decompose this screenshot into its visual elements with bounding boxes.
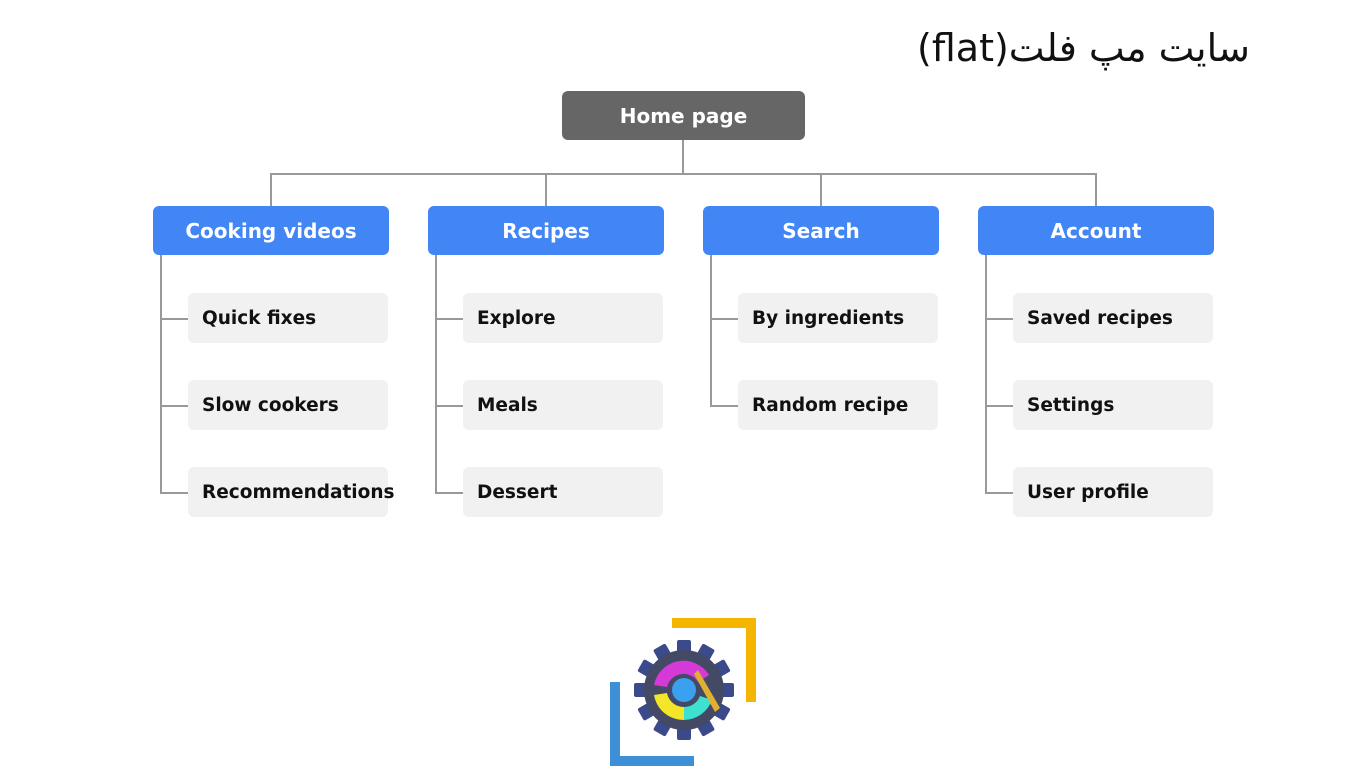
section-cooking-videos: Cooking videos Quick fixes Slow cookers Rec…	[153, 206, 395, 517]
page-node[interactable]: By ingredients	[738, 293, 938, 343]
page-title: سایت مپ فلت(flat)	[917, 26, 1250, 70]
connector-branch	[985, 492, 1013, 494]
connector-vertical	[710, 255, 712, 405]
section-header[interactable]: Search	[703, 206, 939, 255]
page-node[interactable]: Random recipe	[738, 380, 938, 430]
connector-branch	[710, 318, 738, 320]
connector-vertical	[160, 255, 162, 492]
page-node[interactable]: Meals	[463, 380, 663, 430]
connector-vertical	[435, 255, 437, 492]
section-header[interactable]: Account	[978, 206, 1214, 255]
connector-branch	[435, 318, 463, 320]
connector-branch	[985, 405, 1013, 407]
connector-root-down	[682, 140, 684, 173]
connector-vertical	[985, 255, 987, 492]
section-header[interactable]: Cooking videos	[153, 206, 389, 255]
section-account: Account Saved recipes Settings User profile	[978, 206, 1214, 517]
connector-branch	[435, 405, 463, 407]
page-node[interactable]: Slow cookers	[188, 380, 388, 430]
page-node[interactable]: Dessert	[463, 467, 663, 517]
section-recipes: Recipes Explore Meals Dessert	[428, 206, 664, 517]
connector-branch	[160, 405, 188, 407]
section-search: Search By ingredients Random recipe	[703, 206, 939, 430]
connector-section-up	[820, 173, 822, 206]
connector-branch	[985, 318, 1013, 320]
connector-branch	[435, 492, 463, 494]
page-node[interactable]: Recommendations	[188, 467, 395, 517]
connector-section-up	[545, 173, 547, 206]
connector-branch	[160, 492, 188, 494]
page-node[interactable]: User profile	[1013, 467, 1213, 517]
page-node[interactable]: Settings	[1013, 380, 1213, 430]
connector-horizontal	[270, 173, 1097, 175]
page-node[interactable]: Quick fixes	[188, 293, 388, 343]
connector-section-up	[270, 173, 272, 206]
gear-wrench-logo	[610, 618, 756, 766]
page-node[interactable]: Saved recipes	[1013, 293, 1213, 343]
connector-branch	[710, 405, 738, 407]
connector-section-up	[1095, 173, 1097, 206]
page-node[interactable]: Explore	[463, 293, 663, 343]
connector-branch	[160, 318, 188, 320]
home-page-node[interactable]: Home page	[562, 91, 805, 140]
section-header[interactable]: Recipes	[428, 206, 664, 255]
